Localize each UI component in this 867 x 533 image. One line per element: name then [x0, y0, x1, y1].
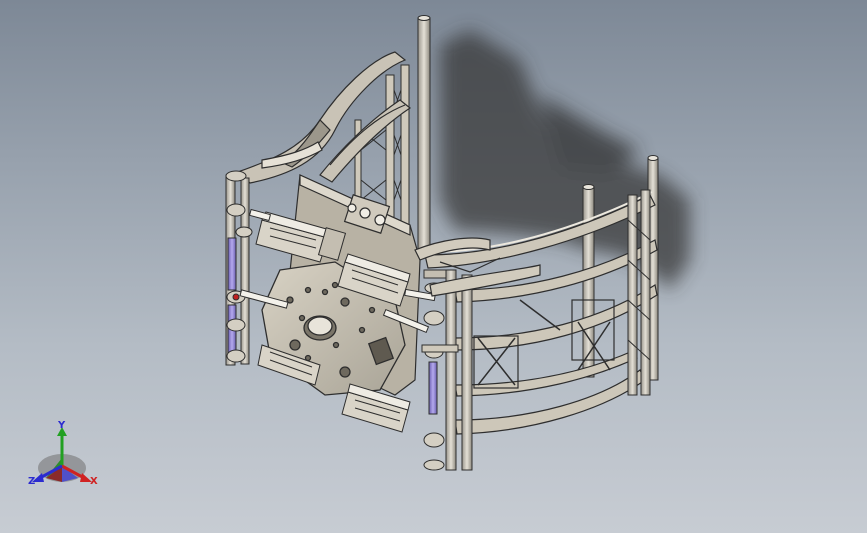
axis-x-label: X: [90, 476, 98, 487]
left-side-posts: [225, 170, 253, 366]
axis-y-label: Y: [58, 420, 66, 431]
axis-z-label: Z: [28, 476, 36, 487]
assembly-model[interactable]: [0, 0, 867, 533]
cad-viewport[interactable]: Y X Z: [0, 0, 867, 533]
upper-curved-arms: [236, 51, 412, 184]
view-orientation-triad[interactable]: Y X Z: [20, 418, 110, 498]
